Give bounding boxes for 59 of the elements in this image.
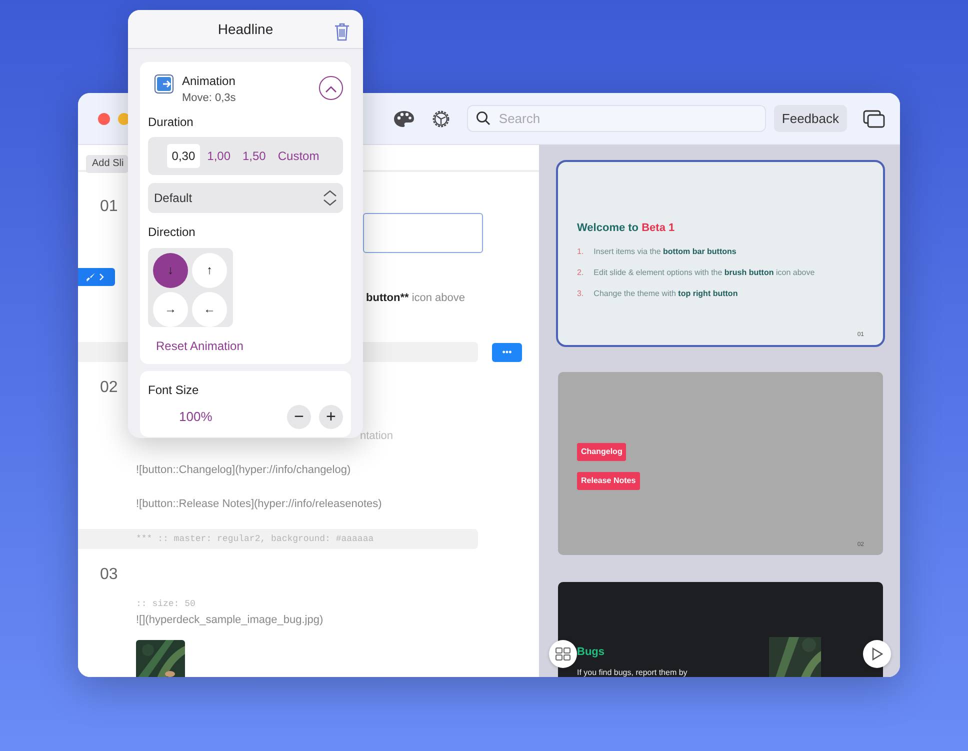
curve-select[interactable]: Default: [148, 182, 343, 212]
palette-icon[interactable]: [392, 110, 415, 128]
brush-tab[interactable]: [78, 268, 115, 286]
windows-icon[interactable]: [863, 110, 885, 128]
search-icon: [476, 111, 491, 126]
slide-thumbnail[interactable]: Bugs If you find bugs, report them by: [558, 582, 883, 677]
direction-button[interactable]: ←: [192, 292, 227, 326]
direction-button[interactable]: ↑: [192, 252, 227, 288]
list-number: 2.: [577, 266, 584, 278]
direction-button[interactable]: →: [153, 292, 188, 326]
animation-subtitle: Move: 0,3s: [182, 91, 236, 106]
gear-icon[interactable]: [430, 108, 451, 128]
collapse-button[interactable]: [319, 76, 343, 100]
close-dot[interactable]: [98, 112, 110, 124]
duration-option[interactable]: 0,30: [166, 144, 200, 168]
list-item: Change the theme with top right button: [594, 288, 738, 300]
search-field[interactable]: Search: [466, 105, 766, 132]
code-line: *** :: master: regular2, background: #aaaaaa: [136, 533, 374, 545]
more-button[interactable]: •••: [492, 342, 522, 362]
animation-title: Animation: [182, 73, 236, 90]
section-label: Font Size: [148, 382, 200, 398]
reset-link[interactable]: Reset Animation: [156, 336, 244, 354]
slide-title: Welcome to Beta 1: [577, 221, 676, 236]
text-line: ![button::Release Notes](hyper://info/releasenotes): [135, 497, 382, 512]
decrease-button[interactable]: −: [287, 404, 311, 428]
text-line: button** icon above: [365, 291, 466, 306]
duration-option[interactable]: 1,50: [238, 144, 271, 168]
grid-icon: [555, 647, 571, 661]
updown-icon: [323, 190, 337, 206]
slide-number: 01: [99, 197, 119, 217]
chevron-icon: [99, 273, 104, 281]
popover-title: Headline: [218, 20, 274, 38]
slide-number: 02: [99, 378, 119, 398]
increase-button[interactable]: +: [319, 404, 343, 428]
slide-text: If you find bugs, report them by: [577, 666, 688, 677]
text-line: ntation: [359, 429, 394, 444]
section-label: Duration: [148, 114, 194, 130]
slide-number: 03: [99, 565, 119, 585]
slide-title: Bugs: [577, 645, 606, 660]
trash-icon[interactable]: [334, 22, 350, 42]
text-line: ![button::Changelog](hyper://info/changelog): [135, 463, 351, 478]
play-icon: [871, 647, 883, 661]
duration-option[interactable]: 1,00: [202, 144, 236, 168]
list-item: Edit slide & element options with the brush button icon above: [594, 266, 815, 278]
slide-button[interactable]: Changelog: [577, 443, 626, 461]
text-line: ![](hyperdeck_sample_image_bug.jpg): [135, 613, 324, 628]
duration-option[interactable]: Custom: [272, 144, 324, 168]
add-slide-button[interactable]: Add Sli: [86, 154, 128, 172]
font-size-value: 100%: [179, 408, 212, 426]
section-label: Direction: [148, 224, 196, 240]
feedback-button[interactable]: Feedback: [774, 105, 847, 132]
list-number: 1.: [577, 246, 584, 258]
animation-icon: [154, 74, 174, 94]
brush-icon: [86, 272, 96, 282]
code-line: :: size: 50: [135, 598, 196, 610]
list-item: Insert items via the bottom bar buttons: [594, 246, 736, 258]
slide-button[interactable]: Release Notes: [577, 472, 640, 490]
chevron-icon: [325, 84, 337, 93]
list-number: 3.: [577, 288, 584, 300]
